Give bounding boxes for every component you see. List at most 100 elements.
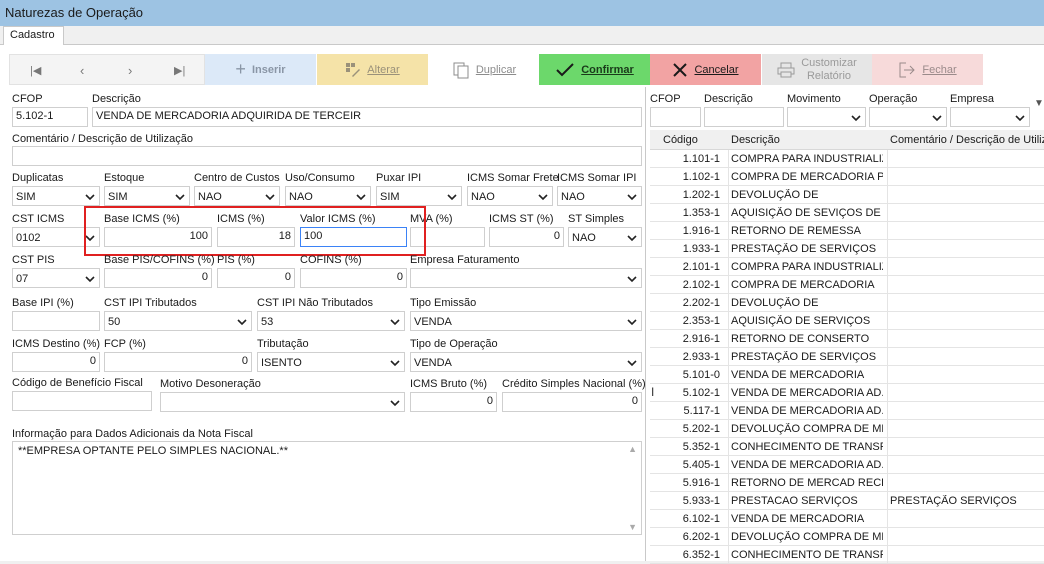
icms-bruto-field[interactable]: 0 bbox=[410, 392, 497, 412]
table-row[interactable]: 1.916-1 RETORNO DE REMESSA bbox=[650, 222, 1044, 240]
scroll-down-icon[interactable]: ▼ bbox=[628, 522, 637, 532]
tipo-emissao-select[interactable]: VENDA bbox=[410, 311, 642, 331]
table-row[interactable]: 2.101-1 COMPRA PARA INDUSTRIALIZ... bbox=[650, 258, 1044, 276]
cst-icms-select[interactable]: 0102 bbox=[12, 227, 100, 247]
table-row[interactable]: 2.353-1 AQUISIÇÃO DE SERVIÇOS bbox=[650, 312, 1044, 330]
confirmar-button[interactable]: Confirmar bbox=[539, 54, 650, 85]
credito-simples-field[interactable]: 0 bbox=[502, 392, 642, 412]
pis-field[interactable]: 0 bbox=[217, 268, 295, 288]
table-row[interactable]: 1.202-1 DEVOLUÇÃO DE bbox=[650, 186, 1044, 204]
cell-codigo: 5.933-1 bbox=[682, 495, 720, 507]
fechar-button[interactable]: Fechar bbox=[872, 54, 983, 85]
cell-codigo: 6.202-1 bbox=[682, 531, 720, 543]
info-adicionais-memo[interactable]: **EMPRESA OPTANTE PELO SIMPLES NACIONAL.… bbox=[12, 441, 642, 535]
column-header-comentario[interactable]: Comentário / Descrição de Utiliza bbox=[890, 134, 1044, 146]
scroll-up-icon[interactable]: ▲ bbox=[628, 444, 637, 454]
fcp-field[interactable]: 0 bbox=[104, 352, 252, 372]
empresa-faturamento-select[interactable] bbox=[410, 268, 642, 288]
cst-ipi-trib-select[interactable]: 50 bbox=[104, 311, 252, 331]
uso-consumo-select[interactable]: NAO bbox=[285, 186, 371, 206]
filter-cfop-input[interactable] bbox=[650, 107, 701, 127]
icms-destino-field[interactable]: 0 bbox=[12, 352, 100, 372]
inserir-button[interactable]: + Inserir bbox=[205, 54, 316, 85]
next-record-icon[interactable]: › bbox=[128, 63, 132, 78]
table-row[interactable]: 5.352-1 CONHECIMENTO DE TRANSP... bbox=[650, 438, 1044, 456]
column-separator bbox=[728, 222, 729, 240]
table-row[interactable]: 2.916-1 RETORNO DE CONSERTO bbox=[650, 330, 1044, 348]
cst-ipi-nao-trib-select[interactable]: 53 bbox=[257, 311, 405, 331]
base-pis-cofins-field[interactable]: 0 bbox=[104, 268, 212, 288]
icms-somar-ipi-select[interactable]: NAO bbox=[557, 186, 642, 206]
table-row[interactable]: 5.101-0 VENDA DE MERCADORIA bbox=[650, 366, 1044, 384]
mva-field[interactable] bbox=[410, 227, 485, 247]
icms-field[interactable]: 18 bbox=[217, 227, 295, 247]
filter-empresa-select[interactable] bbox=[950, 107, 1030, 127]
cfop-field[interactable]: 5.102-1 bbox=[12, 107, 88, 127]
tributacao-select[interactable]: ISENTO bbox=[257, 352, 405, 372]
chevron-down-icon bbox=[538, 194, 548, 201]
base-icms-field[interactable]: 100 bbox=[104, 227, 212, 247]
table-row[interactable]: 5.916-1 RETORNO DE MERCAD RECE... bbox=[650, 474, 1044, 492]
filter-extra-icon[interactable]: ▼ bbox=[1034, 98, 1044, 109]
filter-operacao-select[interactable] bbox=[869, 107, 947, 127]
icms-somar-ipi-label: ICMS Somar IPI bbox=[557, 172, 637, 184]
chevron-down-icon bbox=[237, 319, 247, 326]
base-ipi-field[interactable] bbox=[12, 311, 100, 331]
column-separator bbox=[887, 258, 888, 276]
table-row[interactable]: 1.933-1 PRESTAÇÃO DE SERVIÇOS bbox=[650, 240, 1044, 258]
puxar-ipi-select[interactable]: SIM bbox=[376, 186, 462, 206]
filter-descricao-input[interactable] bbox=[704, 107, 784, 127]
prev-record-icon[interactable]: ‹ bbox=[80, 63, 84, 78]
table-row[interactable]: 6.352-1 CONHECIMENTO DE TRANSP... bbox=[650, 546, 1044, 564]
table-row[interactable]: 2.102-1 COMPRA DE MERCADORIA bbox=[650, 276, 1044, 294]
motivo-desoneracao-select[interactable] bbox=[160, 392, 405, 412]
tipo-operacao-select[interactable]: VENDA bbox=[410, 352, 642, 372]
column-separator bbox=[887, 348, 888, 366]
alterar-button[interactable]: Alterar bbox=[317, 54, 428, 85]
st-simples-select[interactable]: NAO bbox=[568, 227, 642, 247]
codigo-beneficio-field[interactable] bbox=[12, 391, 152, 411]
duplicatas-select[interactable]: SIM bbox=[12, 186, 100, 206]
column-header-codigo[interactable]: Código bbox=[663, 134, 698, 146]
table-row[interactable]: 5.933-1 PRESTACAO SERVIÇOS PRESTAÇÃO SERVI… bbox=[650, 492, 1044, 510]
centro-custos-select[interactable]: NAO bbox=[194, 186, 280, 206]
exit-icon bbox=[899, 62, 916, 77]
text-cursor-icon: I bbox=[651, 385, 655, 399]
chevron-down-icon bbox=[1015, 115, 1025, 122]
column-header-descricao[interactable]: Descrição bbox=[731, 134, 780, 146]
table-row[interactable]: 5.102-1 VENDA DE MERCADORIA AD... bbox=[650, 384, 1044, 402]
estoque-label: Estoque bbox=[104, 172, 145, 184]
valor-icms-field[interactable]: 100 bbox=[300, 227, 407, 247]
descricao-field[interactable]: VENDA DE MERCADORIA ADQUIRIDA DE TERCEIR bbox=[92, 107, 642, 127]
table-row[interactable]: 5.117-1 VENDA DE MERCADORIA AD... bbox=[650, 402, 1044, 420]
duplicate-icon bbox=[453, 62, 469, 78]
last-record-icon[interactable]: ▶| bbox=[174, 64, 185, 77]
table-row[interactable]: 6.202-1 DEVOLUÇÃO COMPRA DE ME... bbox=[650, 528, 1044, 546]
table-row[interactable]: 1.353-1 AQUISIÇÃO DE SEVIÇOS DE ... bbox=[650, 204, 1044, 222]
cell-codigo: 2.101-1 bbox=[682, 261, 720, 273]
filter-movimento-select[interactable] bbox=[787, 107, 866, 127]
cst-pis-select[interactable]: 07 bbox=[12, 268, 100, 288]
cofins-field[interactable]: 0 bbox=[300, 268, 407, 288]
cst-ipi-trib-label: CST IPI Tributados bbox=[104, 297, 197, 309]
duplicar-button[interactable]: Duplicar bbox=[429, 54, 539, 85]
tipo-operacao-label: Tipo de Operação bbox=[410, 338, 498, 350]
table-row[interactable]: 5.202-1 DEVOLUÇÃO COMPRA DE ME... bbox=[650, 420, 1044, 438]
column-separator bbox=[887, 168, 888, 186]
table-row[interactable]: 1.101-1 COMPRA PARA INDUSTRIALIZ... bbox=[650, 150, 1044, 168]
chevron-down-icon bbox=[390, 319, 400, 326]
table-row[interactable]: 6.102-1 VENDA DE MERCADORIA bbox=[650, 510, 1044, 528]
comentario-field[interactable] bbox=[12, 146, 642, 166]
tab-cadastro[interactable]: Cadastro bbox=[3, 26, 64, 46]
table-row[interactable]: 2.933-1 PRESTAÇÃO DE SERVIÇOS bbox=[650, 348, 1044, 366]
table-row[interactable]: 1.102-1 COMPRA DE MERCADORIA P... bbox=[650, 168, 1044, 186]
customizar-relatorio-button[interactable]: Customizar Relatório bbox=[762, 54, 872, 85]
cancelar-button[interactable]: Cancelar bbox=[650, 54, 761, 85]
column-separator bbox=[887, 366, 888, 384]
first-record-icon[interactable]: |◀ bbox=[30, 64, 41, 77]
table-row[interactable]: 2.202-1 DEVOLUÇÃO DE bbox=[650, 294, 1044, 312]
table-row[interactable]: 5.405-1 VENDA DE MERCADORIA AD... bbox=[650, 456, 1044, 474]
estoque-select[interactable]: SIM bbox=[104, 186, 190, 206]
icms-st-field[interactable]: 0 bbox=[489, 227, 564, 247]
icms-somar-frete-select[interactable]: NAO bbox=[467, 186, 553, 206]
